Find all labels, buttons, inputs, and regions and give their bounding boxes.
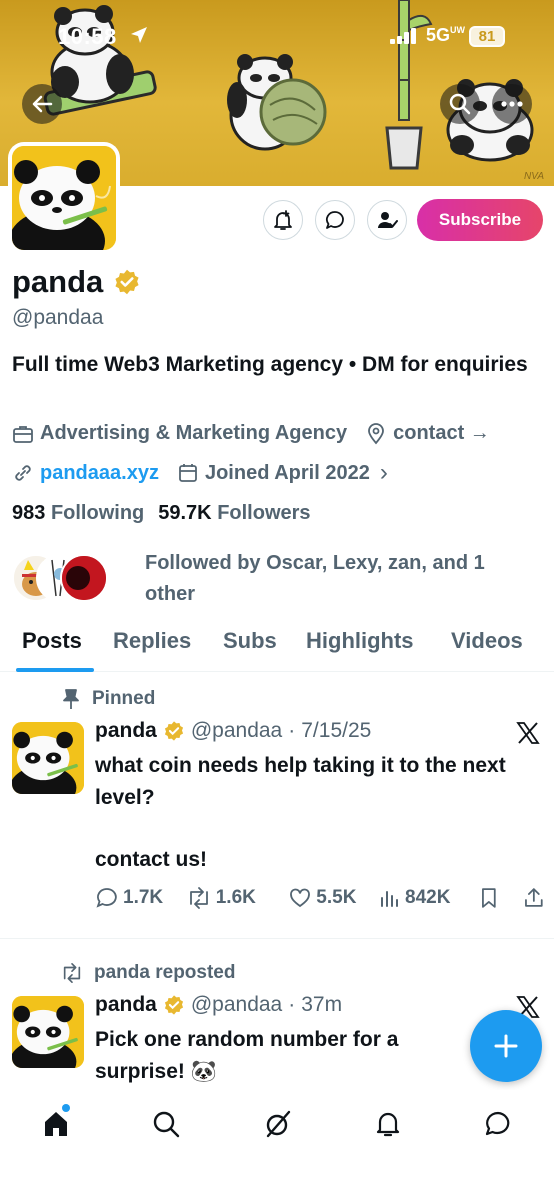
post-timestamp[interactable]: 7/15/25 — [301, 719, 371, 743]
message-button[interactable] — [315, 200, 355, 240]
location-arrow-icon — [131, 27, 147, 43]
tab-subs[interactable]: Subs — [223, 628, 277, 654]
profile-location: contact → — [393, 422, 490, 444]
search-button[interactable] — [440, 84, 480, 124]
explore-icon — [153, 1111, 180, 1138]
nav-messages[interactable] — [482, 1108, 514, 1140]
verified-badge-icon — [164, 995, 183, 1015]
follow-counts: 983 Following 59.7K Followers — [12, 502, 311, 525]
post-author-avatar[interactable] — [12, 996, 84, 1068]
profile-name-row: panda — [12, 264, 141, 300]
tab-videos[interactable]: Videos — [451, 628, 523, 654]
bookmark-icon[interactable] — [478, 886, 500, 910]
status-time: 10:58 — [58, 24, 117, 49]
reply-button[interactable]: 1.7K — [95, 886, 186, 910]
profile-handle: @pandaa — [12, 306, 104, 329]
post-author-avatar[interactable] — [12, 722, 84, 794]
followers-link[interactable]: 59.7K Followers — [158, 502, 310, 525]
post-context: Pinned — [60, 688, 155, 710]
nav-home[interactable] — [40, 1108, 72, 1140]
like-icon — [290, 888, 311, 908]
post-header: panda @pandaa · 37m — [95, 993, 343, 1017]
location-pin-icon — [368, 422, 385, 444]
post-context: panda reposted — [60, 962, 235, 984]
following-link[interactable]: 983 Following — [12, 502, 144, 525]
reply-icon — [96, 888, 117, 908]
chat-icon — [485, 1111, 510, 1136]
post-author-name[interactable]: panda — [95, 993, 157, 1017]
search-icon — [449, 93, 471, 115]
post-item[interactable]: panda reposted panda @pandaa · 37m Pick … — [0, 940, 554, 1090]
post-text-2: contact us! — [95, 848, 208, 871]
signal-icon — [390, 28, 416, 44]
home-notification-dot — [62, 1104, 70, 1112]
profile-bio: Full time Web3 Marketing agency • DM for… — [12, 353, 528, 376]
profile-meta-row-1: Advertising & Marketing Agency contact → — [12, 422, 490, 445]
more-button[interactable] — [492, 84, 532, 124]
tab-highlights[interactable]: Highlights — [306, 628, 414, 654]
share-icon[interactable] — [523, 886, 545, 910]
following-button[interactable] — [367, 200, 407, 240]
bottom-navigation — [0, 1090, 554, 1200]
repost-icon — [63, 963, 81, 983]
profile-avatar[interactable] — [8, 142, 120, 254]
banner-watermark: NVA — [523, 171, 544, 182]
repost-icon — [189, 887, 208, 909]
profile-meta-row-2: pandaaa.xyz Joined April 2022 › — [12, 459, 388, 487]
message-icon — [326, 211, 344, 229]
tab-replies[interactable]: Replies — [113, 628, 191, 654]
nav-grok[interactable] — [262, 1108, 294, 1140]
post-author-handle: @pandaa — [190, 993, 283, 1016]
verified-badge-icon — [164, 721, 183, 741]
joined-chevron-icon[interactable]: › — [380, 459, 388, 487]
nav-notifications[interactable] — [372, 1108, 404, 1140]
grok-icon — [266, 1110, 291, 1138]
like-button[interactable]: 5.5K — [288, 886, 379, 910]
back-button[interactable] — [22, 84, 62, 124]
post-author-name[interactable]: panda — [95, 719, 157, 743]
compose-post-button[interactable] — [470, 1010, 542, 1082]
verified-badge-icon[interactable] — [113, 268, 141, 296]
nav-explore[interactable] — [150, 1108, 182, 1140]
notify-plus-icon — [274, 210, 292, 230]
avatar-panda-image — [12, 146, 116, 250]
profile-website-link[interactable]: pandaaa.xyz — [40, 462, 159, 485]
post-timestamp[interactable]: 37m — [301, 993, 342, 1017]
calendar-icon — [179, 464, 197, 482]
home-icon — [45, 1112, 67, 1136]
banner-panda-middle — [227, 54, 327, 151]
bell-icon — [376, 1112, 400, 1137]
tab-posts[interactable]: Posts — [22, 628, 82, 654]
post-item[interactable]: Pinned panda @pandaa · 7/15/25 what coin… — [0, 672, 554, 938]
followed-by-section[interactable]: Followed by Oscar, Lexy, zan, and 1 othe… — [12, 546, 542, 610]
notify-button[interactable] — [263, 200, 303, 240]
subscribe-button[interactable]: Subscribe — [417, 199, 543, 241]
status-bar: 10:58 5GUW 81 — [0, 22, 554, 54]
x-logo-icon — [516, 722, 540, 744]
back-arrow-icon — [32, 95, 53, 113]
follow-check-icon — [378, 212, 398, 228]
pin-icon — [63, 689, 79, 709]
post-actions: 1.7K 1.6K 5.5K 842K — [95, 886, 545, 910]
follower-avatar-3 — [60, 554, 108, 602]
post-text: Pick one random number for a surprise! 🐼 — [95, 1028, 399, 1083]
followed-by-text: Followed by Oscar, Lexy, zan, and 1 othe… — [145, 552, 485, 605]
profile-name: panda — [12, 264, 104, 299]
post-text: what coin needs help taking it to the ne… — [95, 754, 506, 809]
post-author-handle: @pandaa — [190, 719, 283, 742]
profile-category[interactable]: Advertising & Marketing Agency — [40, 422, 347, 445]
profile-tabs: Posts Replies Subs Highlights Videos — [0, 620, 554, 672]
network-label: 5GUW — [426, 25, 466, 45]
profile-joined: Joined April 2022 — [204, 461, 370, 484]
battery-indicator: 81 — [469, 26, 505, 47]
link-icon — [15, 465, 31, 481]
views-icon — [381, 891, 398, 907]
post-divider — [0, 938, 554, 939]
views-button[interactable]: 842K — [379, 886, 478, 910]
more-icon — [501, 101, 523, 107]
repost-button[interactable]: 1.6K — [186, 886, 289, 910]
plus-icon — [494, 1034, 518, 1058]
post-header: panda @pandaa · 7/15/25 — [95, 719, 372, 743]
briefcase-icon — [13, 425, 33, 443]
